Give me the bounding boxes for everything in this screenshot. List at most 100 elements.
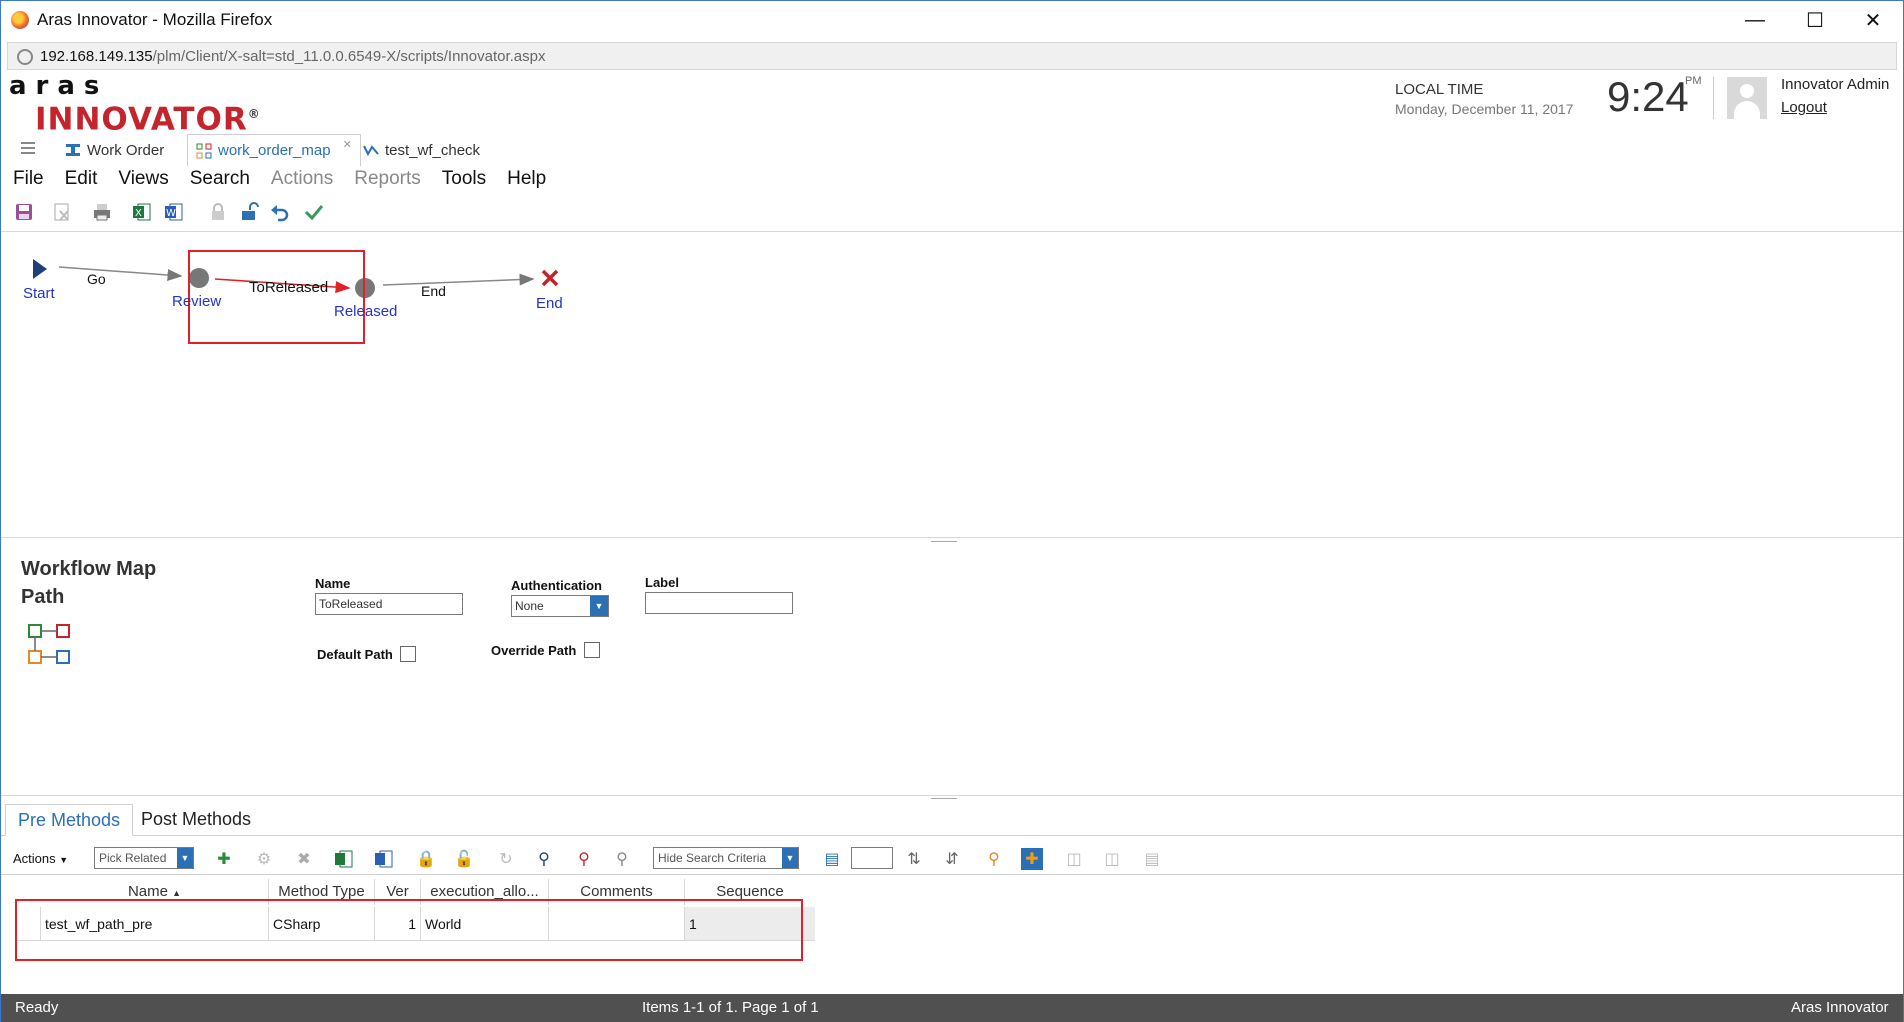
tab-work-order[interactable]: Work Order bbox=[57, 134, 172, 166]
node-review-label[interactable]: Review bbox=[172, 293, 221, 310]
sort-down-icon[interactable]: ⇵ bbox=[941, 848, 963, 870]
pick-related-select[interactable]: Pick Related ▼ bbox=[94, 847, 194, 869]
url-path: /plm/Client/X-salt=std_11.0.0.6549-X/scr… bbox=[152, 48, 546, 65]
logo-bottom-text: INNOVATOR bbox=[35, 101, 248, 138]
form-title-line1: Workflow Map bbox=[21, 558, 157, 580]
find-icon[interactable]: ⚲ bbox=[983, 848, 1005, 870]
hamburger-menu-icon[interactable] bbox=[21, 142, 35, 154]
default-path-checkbox[interactable] bbox=[400, 646, 416, 662]
pane-splitter[interactable] bbox=[1, 537, 1903, 538]
workflow-map-canvas[interactable]: Start Go Review ToReleased Released End … bbox=[1, 233, 1903, 533]
clear-search-icon[interactable]: ⚲ bbox=[573, 848, 595, 870]
page-size-icon[interactable]: ▤ bbox=[821, 848, 843, 870]
tab-test-wf-check[interactable]: test_wf_check bbox=[355, 134, 488, 166]
url-text[interactable]: 192.168.149.135/plm/Client/X-salt=std_11… bbox=[40, 48, 545, 65]
word-export-icon[interactable] bbox=[373, 848, 395, 870]
node-released-label[interactable]: Released bbox=[334, 303, 397, 320]
chevron-down-icon: ▼ bbox=[177, 848, 193, 868]
undo-icon[interactable] bbox=[267, 199, 293, 225]
avatar[interactable] bbox=[1727, 77, 1767, 119]
pick-related-value: Pick Related bbox=[99, 851, 167, 865]
local-date: Monday, December 11, 2017 bbox=[1395, 101, 1574, 117]
clock-ampm: PM bbox=[1685, 75, 1702, 87]
address-bar[interactable]: 192.168.149.135/plm/Client/X-salt=std_11… bbox=[7, 42, 1897, 70]
menu-edit[interactable]: Edit bbox=[53, 166, 107, 194]
status-app-name: Aras Innovator bbox=[1791, 999, 1889, 1016]
workflow-icon bbox=[363, 145, 379, 157]
menu-tools[interactable]: Tools bbox=[430, 166, 495, 194]
svg-text:W: W bbox=[166, 208, 176, 219]
lock-icon[interactable] bbox=[205, 199, 231, 225]
authentication-select[interactable]: None ▼ bbox=[511, 595, 609, 617]
name-field[interactable]: ToReleased bbox=[315, 593, 463, 615]
tab-pre-methods[interactable]: Pre Methods bbox=[5, 804, 134, 836]
local-time-block: LOCAL TIME Monday, December 11, 2017 bbox=[1395, 81, 1573, 117]
status-pagination: Items 1-1 of 1. Page 1 of 1 bbox=[642, 999, 819, 1016]
relationship-splitter[interactable] bbox=[1, 795, 1903, 796]
page-size-input[interactable] bbox=[851, 847, 893, 869]
column-select-icon[interactable]: ✚ bbox=[1021, 848, 1043, 870]
clock-time: 9:24 bbox=[1607, 73, 1689, 120]
start-node-icon bbox=[33, 259, 47, 279]
add-row-icon[interactable]: ✚ bbox=[213, 848, 235, 870]
excel-export-icon[interactable] bbox=[333, 848, 355, 870]
default-path-label: Default Path bbox=[317, 647, 393, 662]
svg-text:X: X bbox=[135, 208, 142, 219]
done-check-icon[interactable] bbox=[301, 199, 327, 225]
save-icon[interactable] bbox=[11, 199, 37, 225]
workflow-map-icon bbox=[196, 143, 212, 158]
item-tabs-row: Work Order work_order_map ✕ test_wf_chec… bbox=[1, 134, 1903, 166]
word-icon[interactable]: W bbox=[161, 199, 187, 225]
hide-search-criteria-select[interactable]: Hide Search Criteria ▼ bbox=[653, 847, 799, 869]
tab-work-order-map[interactable]: work_order_map ✕ bbox=[187, 134, 361, 166]
chevron-down-icon: ▼ bbox=[782, 848, 798, 868]
title-bar: Aras Innovator - Mozilla Firefox — ☐ ✕ bbox=[1, 1, 1903, 39]
aras-innovator-logo: aras INNOVATOR® bbox=[9, 71, 261, 138]
refresh-icon[interactable]: ↻ bbox=[495, 848, 517, 870]
menu-file[interactable]: File bbox=[1, 166, 53, 194]
excel-icon[interactable]: X bbox=[129, 199, 155, 225]
workflow-map-svg bbox=[33, 250, 559, 344]
search-icon[interactable]: ⚲ bbox=[533, 848, 555, 870]
splitter-grip[interactable] bbox=[931, 541, 957, 542]
url-host: 192.168.149.135 bbox=[40, 48, 153, 65]
menu-help[interactable]: Help bbox=[495, 166, 555, 194]
tab-post-methods[interactable]: Post Methods bbox=[129, 804, 263, 836]
document-icon[interactable]: ▤ bbox=[1141, 848, 1163, 870]
node-end-label[interactable]: End bbox=[536, 295, 563, 312]
menu-actions[interactable]: Actions bbox=[259, 166, 342, 194]
label-label: Label bbox=[645, 575, 679, 590]
close-window-button[interactable]: ✕ bbox=[1843, 1, 1903, 39]
print-icon[interactable] bbox=[89, 199, 115, 225]
discard-icon[interactable] bbox=[49, 199, 75, 225]
unlock-icon[interactable] bbox=[237, 199, 263, 225]
path-to-released-label[interactable]: ToReleased bbox=[249, 279, 328, 296]
minimize-button[interactable]: — bbox=[1725, 1, 1785, 39]
relationship-toolbar: Actions ▼ Pick Related ▼ ✚ ⚙ ✖ 🔒 🔓 ↻ ⚲ ⚲ … bbox=[1, 841, 1903, 875]
logo-top-text: aras bbox=[9, 71, 109, 101]
review-node-icon bbox=[189, 268, 209, 288]
close-tab-icon[interactable]: ✕ bbox=[343, 138, 352, 151]
path-go-label[interactable]: Go bbox=[87, 271, 106, 287]
tab-label: test_wf_check bbox=[385, 141, 481, 159]
maximize-button[interactable]: ☐ bbox=[1785, 1, 1845, 39]
path-end-label[interactable]: End bbox=[421, 283, 446, 299]
node-start-label[interactable]: Start bbox=[23, 285, 55, 302]
pick-item-icon[interactable]: ⚙ bbox=[253, 848, 275, 870]
copy-icon[interactable]: ◫ bbox=[1063, 848, 1085, 870]
override-path-checkbox[interactable] bbox=[584, 642, 600, 658]
local-time-label: LOCAL TIME bbox=[1395, 81, 1484, 98]
sort-up-icon[interactable]: ⇅ bbox=[903, 848, 925, 870]
menu-views[interactable]: Views bbox=[106, 166, 177, 194]
label-field[interactable] bbox=[645, 592, 793, 614]
menu-reports[interactable]: Reports bbox=[342, 166, 430, 194]
delete-row-icon[interactable]: ✖ bbox=[293, 848, 315, 870]
paste-icon[interactable]: ◫ bbox=[1101, 848, 1123, 870]
name-label: Name bbox=[315, 576, 351, 591]
saved-search-icon[interactable]: ⚲ bbox=[611, 848, 633, 870]
menu-search[interactable]: Search bbox=[178, 166, 259, 194]
logout-link[interactable]: Logout bbox=[1781, 99, 1827, 116]
unlock-row-icon[interactable]: 🔓 bbox=[453, 848, 475, 870]
lock-row-icon[interactable]: 🔒 bbox=[415, 848, 437, 870]
actions-menu[interactable]: Actions ▼ bbox=[13, 851, 68, 866]
